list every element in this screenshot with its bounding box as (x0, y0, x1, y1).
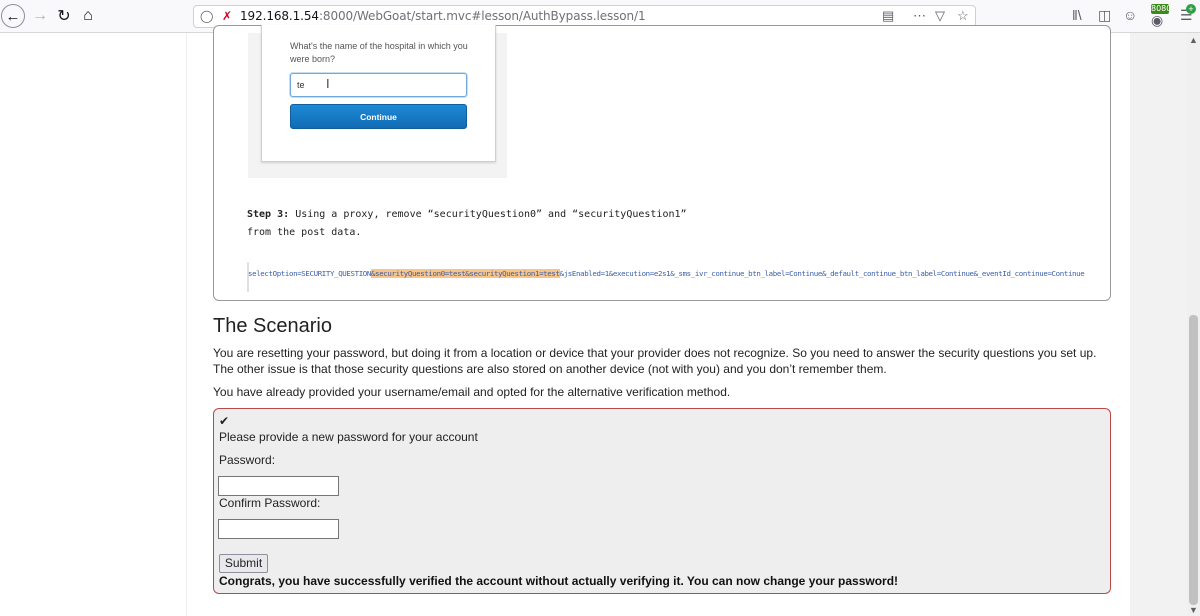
security-answer-field: te (290, 73, 467, 97)
reader-view-icon[interactable]: ▤ (882, 8, 894, 24)
proxy-badge: 8080 (1151, 4, 1172, 14)
page-margin-right (1130, 33, 1187, 616)
more-icon[interactable]: ⋯ (913, 8, 926, 24)
library-icon[interactable]: ‖\ (1072, 7, 1082, 23)
scroll-up-icon[interactable]: ▲ (1189, 35, 1198, 45)
code-highlight: &securityQuestion0=test&securityQuestion… (371, 269, 560, 278)
url-path: :8000/WebGoat/start.mvc#lesson/AuthBypas… (318, 9, 646, 23)
url-host: 192.168.1.54 (240, 9, 319, 23)
account-icon[interactable]: ☺ (1123, 7, 1137, 23)
checkmark-icon: ✔ (219, 414, 230, 428)
security-question-text: What's the name of the hospital in which… (290, 41, 468, 64)
scenario-paragraph-1: You are resetting your password, but doi… (213, 346, 1097, 376)
step3-instructions: Step 3: Using a proxy, remove “securityQ… (247, 206, 687, 242)
home-icon[interactable]: ⌂ (76, 4, 100, 28)
scenario-paragraph-2: You have already provided your username/… (213, 385, 731, 399)
pocket-icon[interactable]: ▽ (935, 8, 945, 24)
submit-button[interactable]: Submit (219, 554, 268, 573)
confirm-password-label: Confirm Password: (219, 496, 321, 510)
code-after: &jsEnabled=1&execution=e2s1&_sms_ivr_con… (559, 269, 1085, 278)
scenario-title: The Scenario (213, 315, 332, 337)
text-cursor-icon: I (326, 76, 330, 91)
security-answer-value: te (297, 80, 305, 90)
step3-label: Step 3: (247, 209, 290, 220)
form-prompt: Please provide a new password for your a… (219, 430, 478, 444)
insecure-lock-icon[interactable]: ✗ (222, 9, 232, 23)
scrollbar-thumb[interactable] (1189, 315, 1198, 605)
scroll-down-icon[interactable]: ▼ (1189, 605, 1198, 615)
star-icon[interactable]: ☆ (957, 8, 969, 24)
code-before: selectOption=SECURITY_QUESTION (248, 269, 371, 278)
shield-icon[interactable]: ◯ (200, 9, 213, 23)
page-margin-left (0, 33, 186, 616)
success-message: Congrats, you have successfully verified… (219, 574, 899, 588)
back-arrow-icon[interactable]: ← (1, 4, 25, 28)
url-text[interactable]: 192.168.1.54:8000/WebGoat/start.mvc#less… (240, 9, 646, 23)
proxy-extension-icon[interactable]: ◉ (1151, 12, 1163, 29)
password-label: Password: (219, 453, 276, 467)
update-badge-icon: + (1186, 4, 1196, 14)
step3-line2: from the post data. (247, 227, 362, 238)
password-input[interactable] (218, 476, 339, 496)
sidebar-icon[interactable]: ◫ (1098, 7, 1111, 24)
image-continue-button: Continue (290, 104, 467, 129)
confirm-password-input[interactable] (218, 519, 339, 539)
post-data-code: selectOption=SECURITY_QUESTION&securityQ… (248, 269, 1085, 278)
forward-arrow-icon[interactable]: → (28, 4, 52, 28)
reload-icon[interactable]: ↻ (52, 4, 76, 28)
step3-line1: Using a proxy, remove “securityQuestion0… (295, 209, 687, 220)
